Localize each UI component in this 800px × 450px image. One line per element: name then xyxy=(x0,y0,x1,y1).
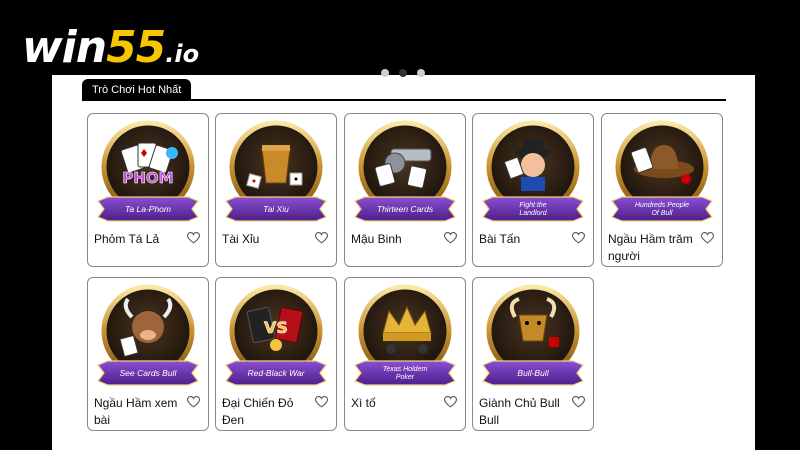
game-name: Giành Chủ Bull Bull xyxy=(479,396,560,427)
game-ribbon-label: Thirteen Cards xyxy=(377,204,434,214)
game-ribbon-label: Red-Black War xyxy=(248,368,306,378)
logo-number: 55 xyxy=(106,22,166,73)
game-ribbon-label: See Cards Bull xyxy=(120,368,178,378)
carousel-dot[interactable] xyxy=(381,69,389,77)
bull-character-icon[interactable]: See Cards Bull xyxy=(94,283,202,391)
game-ribbon-label: Tai Xiu xyxy=(263,204,289,214)
game-ribbon-label: Fight the Landlord xyxy=(519,202,547,217)
heart-icon[interactable] xyxy=(315,396,328,408)
game-card[interactable]: VS Red-Black War Đại Chiến Đỏ Đen xyxy=(215,277,337,431)
game-ribbon-label: Bull-Bull xyxy=(517,368,549,378)
heart-icon[interactable] xyxy=(187,396,200,408)
carousel-dot[interactable] xyxy=(417,69,425,77)
crown-chips-icon[interactable]: Texas Holdem Poker xyxy=(351,283,459,391)
game-title-art: VS xyxy=(264,318,288,337)
game-name: Mậu Binh xyxy=(351,232,402,246)
section-tabbar: Trò Chơi Hot Nhất xyxy=(82,79,726,101)
landlord-character-icon[interactable]: Fight the Landlord xyxy=(479,119,587,227)
carousel-dots xyxy=(381,69,425,77)
heart-icon[interactable] xyxy=(444,396,457,408)
heart-icon[interactable] xyxy=(701,232,714,244)
game-name: Bài Tấn xyxy=(479,232,521,246)
game-card[interactable]: Hundreds People Of Bull Ngầu Hầm trăm ngườ… xyxy=(601,113,723,267)
cowboy-hat-icon[interactable]: Hundreds People Of Bull xyxy=(608,119,716,227)
bull-head-icon[interactable]: Bull-Bull xyxy=(479,283,587,391)
game-card[interactable]: Thirteen Cards Mậu Binh xyxy=(344,113,466,267)
heart-icon[interactable] xyxy=(572,396,585,408)
logo-domain: .io xyxy=(165,40,200,68)
carousel-dot-active[interactable] xyxy=(399,69,407,77)
logo-text: win xyxy=(22,22,107,73)
game-ribbon xyxy=(611,196,713,222)
game-name: Đại Chiến Đỏ Đen xyxy=(222,396,294,427)
game-card[interactable]: Fight the Landlord Bài Tấn xyxy=(472,113,594,267)
game-ribbon xyxy=(482,196,584,222)
playing-cards-icon[interactable]: PHOM Ta La-Phom xyxy=(94,119,202,227)
game-card[interactable]: Tai Xiu Tài Xỉu xyxy=(215,113,337,267)
game-title-art: PHOM xyxy=(122,169,173,187)
game-card[interactable]: Texas Holdem Poker Xì tố xyxy=(344,277,466,431)
brand-logo[interactable]: win 55 .io xyxy=(22,20,199,70)
heart-icon[interactable] xyxy=(187,232,200,244)
game-name: Ngầu Hầm xem bài xyxy=(94,396,178,427)
dice-cup-icon[interactable]: Tai Xiu xyxy=(222,119,330,227)
red-black-cards-icon[interactable]: VS Red-Black War xyxy=(222,283,330,391)
game-name: Tài Xỉu xyxy=(222,232,260,246)
heart-icon[interactable] xyxy=(572,232,585,244)
heart-icon[interactable] xyxy=(444,232,457,244)
game-ribbon xyxy=(354,360,456,386)
tab-hot-games[interactable]: Trò Chơi Hot Nhất xyxy=(82,79,192,101)
game-card[interactable]: Bull-Bull Giành Chủ Bull Bull xyxy=(472,277,594,431)
game-card[interactable]: See Cards Bull Ngầu Hầm xem bài xyxy=(87,277,209,431)
revolver-cards-icon[interactable]: Thirteen Cards xyxy=(351,119,459,227)
game-ribbon-label: Ta La-Phom xyxy=(125,204,171,214)
game-name: Ngầu Hầm trăm người xyxy=(608,232,693,263)
game-name: Phỏm Tá Lả xyxy=(94,232,160,246)
game-card[interactable]: PHOM Ta La-Phom Phỏm Tá Lả xyxy=(87,113,209,267)
game-name: Xì tố xyxy=(351,396,376,410)
heart-icon[interactable] xyxy=(315,232,328,244)
